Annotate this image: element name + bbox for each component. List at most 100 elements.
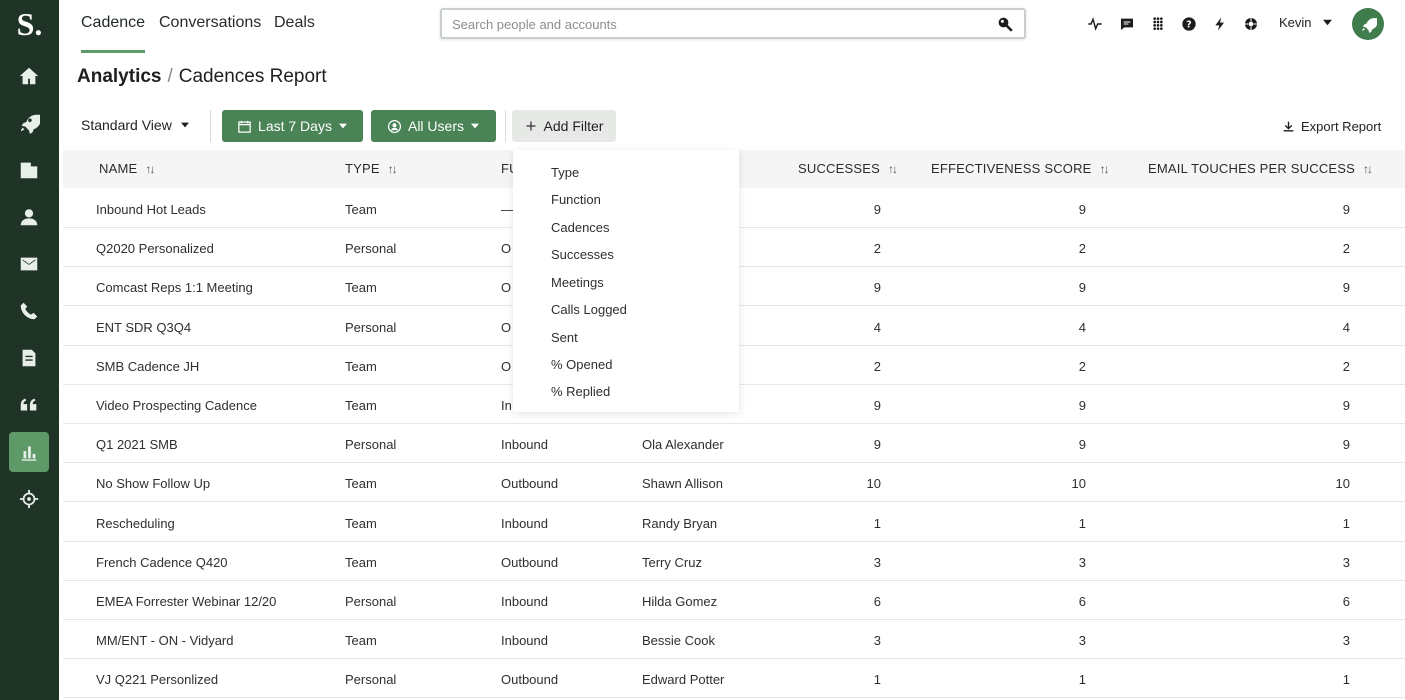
user-name[interactable]: Kevin [1279,15,1312,30]
nav-tab-conversations[interactable]: Conversations [159,14,261,32]
calendar-icon [238,120,251,133]
cell-name[interactable]: ENT SDR Q3Q4 [96,320,191,335]
cell-function: O [501,358,512,374]
column-header-successes[interactable]: SUCCESSES ↑↓ [798,161,898,176]
analytics-icon[interactable] [9,432,49,472]
plus-icon [526,121,536,131]
cell-name[interactable]: EMEA Forrester Webinar 12/20 [96,594,276,609]
cell-name[interactable]: MM/ENT - ON - Vidyard [96,633,233,648]
dropdown-item-function[interactable]: Function [551,192,601,207]
cell-type: Team [345,476,377,492]
column-header-effectiveness[interactable]: EFFECTIVENESS SCORE ↑↓ [931,161,1110,176]
avatar[interactable] [1352,8,1384,40]
cell-owner: Shawn Allison [642,476,723,492]
nav-tab-deals[interactable]: Deals [274,14,315,32]
cell-email-touches: 9 [1342,202,1350,217]
cell-name[interactable]: Q2020 Personalized [96,241,214,256]
cell-name[interactable]: VJ Q221 Personlized [96,672,218,687]
cell-successes: 3 [873,633,881,649]
quote-icon[interactable] [9,385,49,425]
cell-name[interactable]: Rescheduling [96,516,175,531]
cell-successes: 9 [873,280,881,296]
cell-effectiveness: 1 [1078,672,1086,688]
table-row[interactable]: Q1 2021 SMB Personal Inbound Ola Alexander 9… [63,424,1405,464]
cell-email-touches: 3 [1342,633,1350,649]
chevron-down-icon [338,123,347,129]
nav-tab-cadence[interactable]: Cadence [81,14,145,32]
view-selector[interactable]: Standard View [81,117,190,133]
cell-name[interactable]: Inbound Hot Leads [96,202,206,217]
column-header-name[interactable]: NAME ↑↓ [99,161,155,176]
activity-icon[interactable] [1086,15,1104,33]
cell-name[interactable]: French Cadence Q420 [96,555,228,570]
chat-icon[interactable] [1118,15,1136,33]
page-title: Cadences Report [178,66,327,87]
cell-type: Team [345,358,377,374]
table-row[interactable]: French Cadence Q420 Team Outbound Terry Cru… [63,542,1405,581]
dropdown-item-type[interactable]: Type [551,165,579,180]
cell-name[interactable]: Q1 2021 SMB [96,437,178,452]
search-box [440,8,1026,39]
cell-function: O [501,280,512,296]
cell-function: Outbound [501,476,559,492]
building-icon[interactable] [9,150,49,190]
dropdown-item-successes[interactable]: Successes [551,247,614,262]
date-range-button[interactable]: Last 7 Days [222,110,363,142]
apps-grid-icon[interactable] [1149,15,1167,33]
sort-icon[interactable]: ↑↓ [1363,162,1373,176]
search-icon[interactable] [996,15,1014,33]
column-label: EFFECTIVENESS SCORE [931,161,1092,176]
table-row[interactable]: No Show Follow Up Team Outbound Shawn Allis… [63,463,1405,503]
dropdown-item-sent[interactable]: Sent [551,330,578,345]
active-tab-indicator [81,50,145,53]
cell-name[interactable]: SMB Cadence JH [96,359,199,374]
table-row[interactable]: VJ Q221 Personlized Personal Outbound Edwar… [63,659,1405,699]
column-label: TYPE [345,161,380,176]
cell-type: Team [345,633,377,649]
cell-type: Team [345,554,377,570]
table-row[interactable]: Rescheduling Team Inbound Randy Bryan 1 1 1 [63,503,1405,542]
sort-icon[interactable]: ↑↓ [1100,162,1110,176]
home-icon[interactable] [9,56,49,96]
crosshair-icon[interactable] [9,479,49,519]
dropdown-item-meetings[interactable]: Meetings [551,275,604,290]
cell-function: Inbound [501,515,548,531]
chevron-down-icon[interactable] [1322,18,1333,27]
cell-name[interactable]: Comcast Reps 1:1 Meeting [96,280,253,295]
dropdown-item-calls-logged[interactable]: Calls Logged [551,302,627,317]
cell-email-touches: 2 [1342,358,1350,374]
sort-icon[interactable]: ↑↓ [388,162,398,176]
table-row[interactable]: MM/ENT - ON - Vidyard Team Inbound Bessie C… [63,620,1405,660]
dropdown-item-cadences[interactable]: Cadences [551,220,610,235]
column-header-email-touches[interactable]: EMAIL TOUCHES PER SUCCESS ↑↓ [1148,161,1373,176]
cell-name[interactable]: Video Prospecting Cadence [96,398,257,413]
settings-icon[interactable] [1242,15,1260,33]
cell-email-touches: 10 [1335,476,1350,492]
rocket-icon[interactable] [9,103,49,143]
help-icon[interactable]: ? [1180,15,1198,33]
breadcrumb-parent[interactable]: Analytics [77,66,161,87]
sort-icon[interactable]: ↑↓ [145,162,155,176]
export-report-button[interactable]: Export Report [1282,119,1381,134]
mail-icon[interactable] [9,244,49,284]
users-filter-label: All Users [407,118,464,134]
person-icon[interactable] [9,197,49,237]
toolbar-divider [505,110,506,142]
cell-name[interactable]: No Show Follow Up [96,476,210,491]
column-header-type[interactable]: TYPE ↑↓ [345,161,398,176]
dropdown-item-opened[interactable]: % Opened [551,357,612,372]
phone-icon[interactable] [9,291,49,331]
brand-logo[interactable]: S. [0,4,59,44]
sort-icon[interactable]: ↑↓ [888,162,898,176]
dropdown-item-replied[interactable]: % Replied [551,384,610,399]
cell-email-touches: 9 [1342,280,1350,296]
lightning-icon[interactable] [1211,15,1229,33]
users-filter-button[interactable]: All Users [371,110,496,142]
search-input[interactable] [452,15,972,33]
table-row[interactable]: EMEA Forrester Webinar 12/20 Personal Inbo… [63,581,1405,620]
cell-function: Inbound [501,633,548,649]
cell-effectiveness: 9 [1078,202,1086,217]
cell-function: In [501,398,512,413]
document-icon[interactable] [9,338,49,378]
add-filter-button[interactable]: Add Filter [512,110,616,142]
